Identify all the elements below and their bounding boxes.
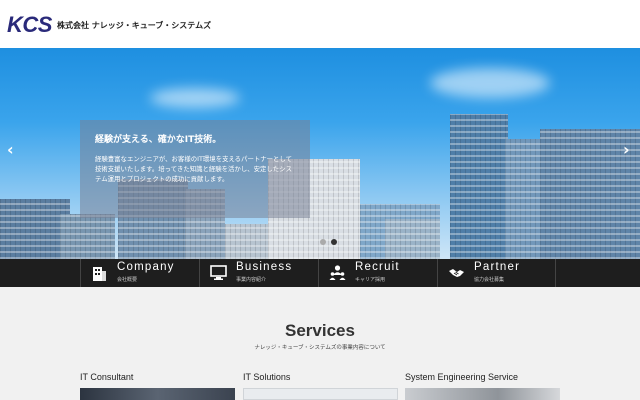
service-image-it-solutions[interactable] <box>243 388 398 400</box>
hero-body: 経験豊富なエンジニアが、お客様のIT環境を支えるパートナーとして技術支援いたしま… <box>95 155 292 183</box>
cloud <box>430 68 550 98</box>
services-subtitle: ナレッジ・キューブ・システムズの事業内容について <box>254 345 386 351</box>
nav-label: Business <box>236 261 293 273</box>
service-label-it-consultant[interactable]: IT Consultant <box>80 372 133 382</box>
building <box>60 214 115 259</box>
building <box>385 219 440 259</box>
service-label-system-engineering[interactable]: System Engineering Service <box>405 372 518 382</box>
slide-dot-1[interactable] <box>320 239 326 245</box>
nav-sub: 会社概要 <box>117 277 138 283</box>
hero-title: 経験が支える、確かなIT技術。 <box>95 135 222 145</box>
logo[interactable]: KCS <box>7 12 52 38</box>
nav-sub: 事業内容紹介 <box>236 277 267 283</box>
slider-dots <box>320 239 337 245</box>
people-icon <box>329 265 346 280</box>
service-label-it-solutions[interactable]: IT Solutions <box>243 372 290 382</box>
nav-item-company[interactable]: Company 会社概要 <box>80 259 199 287</box>
hero-caption: 経験が支える、確かなIT技術。 経験豊富なエンジニアが、お客様のIT環境を支える… <box>80 120 310 218</box>
nav-item-partner[interactable]: Partner 協力会社募集 <box>437 259 556 287</box>
building-icon <box>93 267 106 281</box>
main-nav: Company 会社概要 Business 事業内容紹介 Recruit キャリ… <box>0 259 640 287</box>
services-section: Services ナレッジ・キューブ・システムズの事業内容について IT Con… <box>0 287 640 400</box>
slide-dot-2[interactable] <box>331 239 337 245</box>
building <box>505 139 545 259</box>
nav-label: Recruit <box>355 261 400 273</box>
service-image-it-consultant[interactable] <box>80 388 235 400</box>
nav-sub: キャリア採用 <box>355 277 386 283</box>
services-title: Services <box>285 321 355 340</box>
nav-label: Company <box>117 261 175 273</box>
building <box>450 114 508 259</box>
nav-item-business[interactable]: Business 事業内容紹介 <box>199 259 318 287</box>
nav-sub: 協力会社募集 <box>474 277 505 283</box>
nav-label: Partner <box>474 261 521 273</box>
nav-item-recruit[interactable]: Recruit キャリア採用 <box>318 259 437 287</box>
prev-slide-arrow-icon[interactable]: ‹ <box>7 140 14 159</box>
handshake-icon <box>449 269 464 277</box>
monitor-icon <box>210 265 227 280</box>
cloud <box>150 88 240 108</box>
next-slide-arrow-icon[interactable]: › <box>623 140 630 159</box>
hero-slider: 経験が支える、確かなIT技術。 経験豊富なエンジニアが、お客様のIT環境を支える… <box>0 48 640 259</box>
site-header: KCS 株式会社 ナレッジ・キューブ・システムズ <box>0 0 640 48</box>
service-image-system-engineering[interactable] <box>405 388 560 400</box>
company-name[interactable]: 株式会社 ナレッジ・キューブ・システムズ <box>57 20 211 31</box>
